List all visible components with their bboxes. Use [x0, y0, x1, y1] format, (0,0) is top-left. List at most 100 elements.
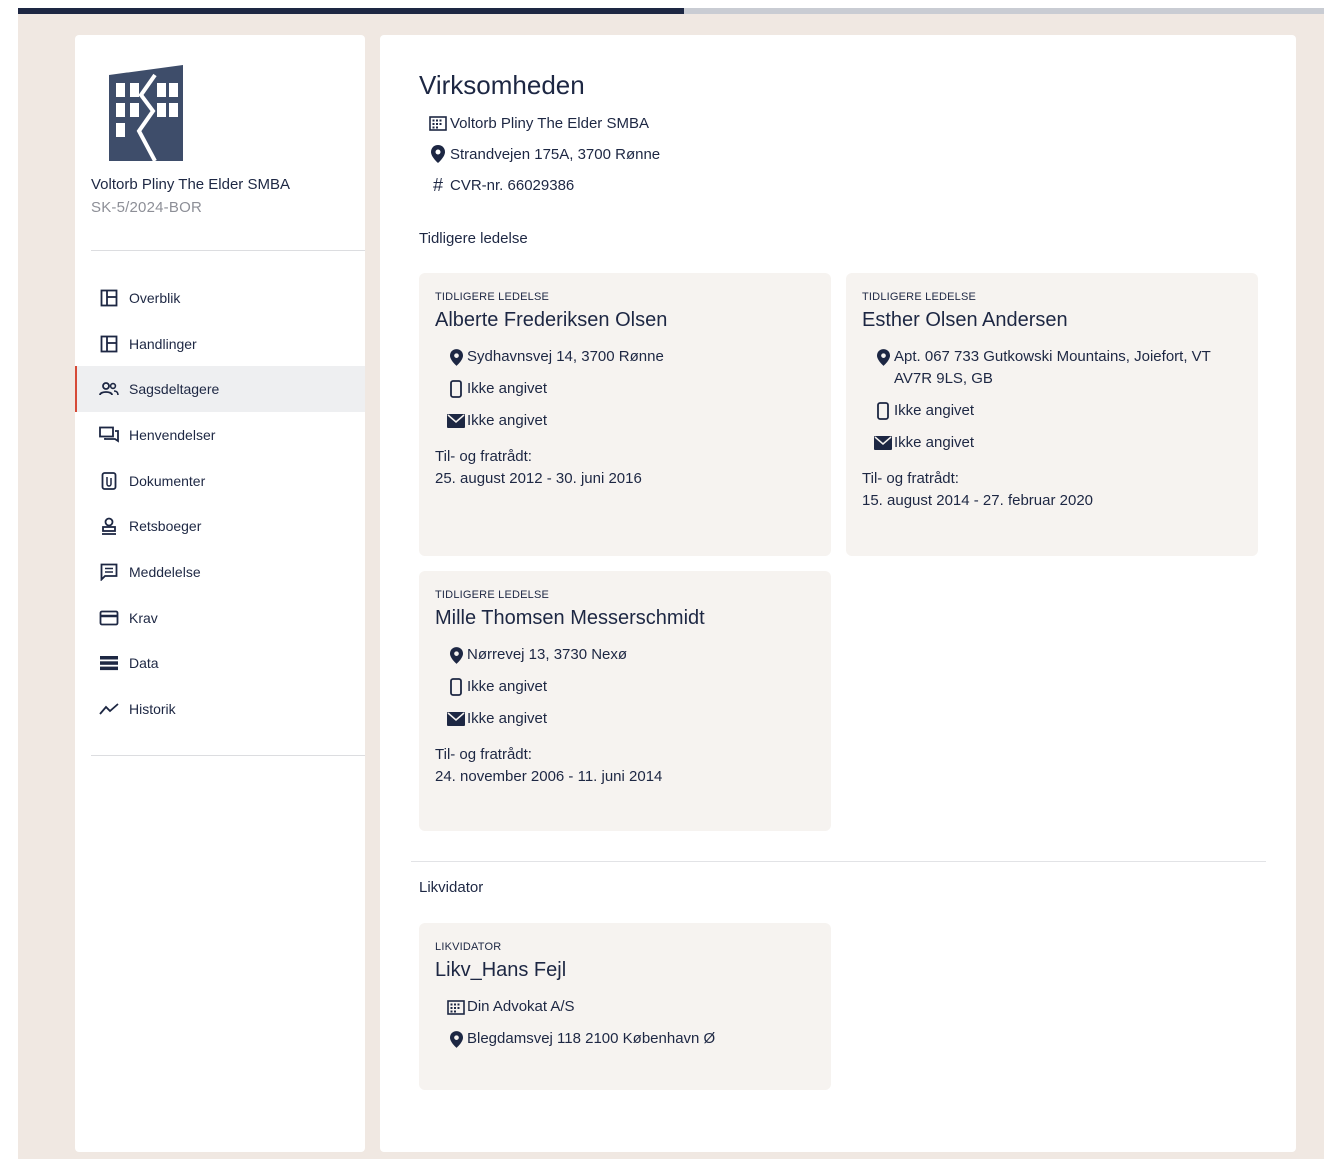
- cvr-line-text: CVR-nr. 66029386: [450, 176, 575, 194]
- chat-icon: [99, 425, 119, 445]
- person-email-text: Ikke angivet: [894, 434, 975, 451]
- sidebar-item-historik[interactable]: Historik: [75, 686, 365, 732]
- phone-icon: [445, 676, 467, 698]
- section-label-previous: Tidligere ledelse: [419, 230, 528, 247]
- mail-icon: [445, 708, 467, 730]
- trend-icon: [99, 699, 119, 719]
- building-icon: [428, 114, 448, 132]
- person-name: Alberte Frederiksen Olsen: [435, 309, 668, 331]
- person-email: Ikke angivet: [435, 410, 815, 432]
- person-address: Sydhavnsvej 14, 3700 Rønne: [435, 346, 815, 368]
- card-icon: [99, 608, 119, 628]
- sidebar-item-label: Historik: [129, 701, 176, 718]
- sidebar-item-sagsdeltagere[interactable]: Sagsdeltagere: [75, 366, 365, 413]
- person-address: Apt. 067 733 Gutkowski Mountains, Joiefo…: [862, 346, 1242, 390]
- sidebar: Voltorb Pliny The Elder SMBA SK-5/2024-B…: [75, 35, 365, 1152]
- person-email: Ikke angivet: [862, 432, 1242, 454]
- sidebar-item-label: Data: [129, 655, 159, 672]
- company-name: Voltorb Pliny The Elder SMBA: [91, 176, 290, 193]
- main-panel: Virksomheden Voltorb Pliny The Elder SMB…: [380, 35, 1296, 1152]
- layout-icon: [99, 288, 119, 308]
- period-value: 15. august 2014 - 27. februar 2020: [862, 492, 1094, 509]
- building-logo-icon: [109, 65, 183, 161]
- sidebar-item-data[interactable]: Data: [75, 641, 365, 687]
- sidebar-item-handlinger[interactable]: Handlinger: [75, 321, 365, 367]
- location-pin-icon: [445, 644, 467, 666]
- location-pin-icon: [872, 346, 894, 368]
- address-line: Strandvejen 175A, 3700 Rønne: [428, 145, 660, 163]
- document-icon: [99, 471, 119, 491]
- phone-icon: [872, 400, 894, 422]
- person-address-text: Sydhavnsvej 14, 3700 Rønne: [467, 348, 664, 365]
- sidebar-item-overblik[interactable]: Overblik: [75, 275, 365, 321]
- person-phone: Ikke angivet: [435, 676, 815, 698]
- liquidator-address-text: Blegdamsvej 118 2100 København Ø: [467, 1030, 716, 1047]
- card-kicker: TIDLIGERE LEDELSE: [435, 291, 550, 303]
- sidebar-item-label: Meddelelse: [129, 563, 201, 580]
- sidebar-divider: [91, 755, 365, 756]
- case-number: SK-5/2024-BOR: [91, 199, 202, 216]
- person-name: Esther Olsen Andersen: [862, 309, 1068, 331]
- period-label: Til- og fratrådt:: [862, 470, 959, 487]
- location-pin-icon: [428, 145, 448, 163]
- phone-icon: [445, 378, 467, 400]
- sidebar-item-henvendelser[interactable]: Henvendelser: [75, 412, 365, 458]
- cvr-line: # CVR-nr. 66029386: [428, 174, 575, 195]
- person-phone: Ikke angivet: [435, 378, 815, 400]
- address-line-text: Strandvejen 175A, 3700 Rønne: [450, 145, 661, 163]
- person-name: Likv_Hans Fejl: [435, 959, 567, 981]
- card-kicker: TIDLIGERE LEDELSE: [862, 291, 977, 303]
- person-card: TIDLIGERE LEDELSE Alberte Frederiksen Ol…: [419, 273, 831, 556]
- liquidator-address: Blegdamsvej 118 2100 København Ø: [435, 1028, 815, 1050]
- stamp-icon: [99, 516, 119, 536]
- sidebar-item-label: Overblik: [129, 289, 181, 306]
- person-phone-text: Ikke angivet: [894, 402, 975, 419]
- mail-icon: [445, 410, 467, 432]
- message-icon: [99, 562, 119, 582]
- hash-icon: #: [432, 174, 443, 195]
- period-value: 25. august 2012 - 30. juni 2016: [435, 470, 642, 487]
- sidebar-item-dokumenter[interactable]: Dokumenter: [75, 458, 365, 504]
- person-address: Nørrevej 13, 3730 Nexø: [435, 644, 815, 666]
- period-label: Til- og fratrådt:: [435, 448, 532, 465]
- sidebar-item-retsboeger[interactable]: Retsboeger: [75, 503, 365, 549]
- person-phone-text: Ikke angivet: [467, 380, 548, 397]
- period-label: Til- og fratrådt:: [435, 746, 532, 763]
- sidebar-nav: Overblik Handlinger Sagsdeltagere Henven…: [75, 275, 365, 732]
- sidebar-item-krav[interactable]: Krav: [75, 595, 365, 641]
- company-line-text: Voltorb Pliny The Elder SMBA: [450, 114, 649, 132]
- person-card: TIDLIGERE LEDELSE Mille Thomsen Messersc…: [419, 571, 831, 831]
- person-email-text: Ikke angivet: [467, 710, 548, 727]
- list-icon: [99, 653, 119, 673]
- liquidator-firm: Din Advokat A/S: [435, 996, 815, 1018]
- location-pin-icon: [445, 1028, 467, 1050]
- sidebar-item-label: Handlinger: [129, 335, 197, 352]
- sidebar-divider: [91, 250, 365, 251]
- people-icon: [99, 379, 119, 399]
- person-address-text: Nørrevej 13, 3730 Nexø: [467, 646, 628, 663]
- liquidator-card: LIKVIDATOR Likv_Hans Fejl Din Advokat A/…: [419, 923, 831, 1090]
- card-kicker: LIKVIDATOR: [435, 941, 502, 953]
- person-card: TIDLIGERE LEDELSE Esther Olsen Andersen …: [846, 273, 1258, 556]
- sidebar-item-label: Krav: [129, 609, 158, 626]
- liquidator-firm-text: Din Advokat A/S: [467, 998, 575, 1015]
- sidebar-item-meddelelse[interactable]: Meddelelse: [75, 549, 365, 595]
- card-kicker: TIDLIGERE LEDELSE: [435, 589, 550, 601]
- section-divider: [411, 861, 1266, 862]
- company-line: Voltorb Pliny The Elder SMBA: [428, 114, 649, 132]
- person-email: Ikke angivet: [435, 708, 815, 730]
- person-email-text: Ikke angivet: [467, 412, 548, 429]
- mail-icon: [872, 432, 894, 454]
- sidebar-item-label: Retsboeger: [129, 518, 202, 535]
- person-phone: Ikke angivet: [862, 400, 1242, 422]
- layout-icon: [99, 334, 119, 354]
- page-title: Virksomheden: [419, 70, 585, 100]
- person-address-text: Apt. 067 733 Gutkowski Mountains, Joiefo…: [894, 348, 1211, 387]
- building-icon: [445, 996, 467, 1018]
- section-label-liquidator: Likvidator: [419, 879, 484, 896]
- person-name: Mille Thomsen Messerschmidt: [435, 607, 705, 629]
- sidebar-item-label: Sagsdeltagere: [129, 381, 220, 398]
- sidebar-item-label: Dokumenter: [129, 472, 206, 489]
- period-value: 24. november 2006 - 11. juni 2014: [435, 768, 663, 785]
- location-pin-icon: [445, 346, 467, 368]
